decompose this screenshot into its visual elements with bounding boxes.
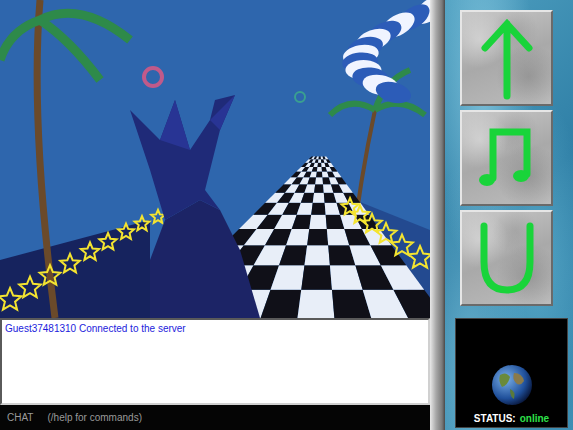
status-text: STATUS: online [474, 413, 549, 424]
road-tile [310, 172, 317, 178]
main-column: Guest37481310 Connected to the server CHA… [0, 0, 430, 430]
road-tile [315, 177, 323, 184]
status-label: STATUS: [474, 413, 516, 424]
scene-panel [0, 0, 430, 318]
road-tile [313, 163, 318, 167]
road-tile [307, 177, 316, 184]
road-tile [332, 172, 341, 178]
palm-tree-left [0, 0, 130, 318]
road-tile [271, 265, 305, 289]
music-button[interactable] [460, 110, 553, 206]
road-tile [328, 163, 334, 167]
road-tile [370, 245, 406, 265]
road-tile [309, 215, 327, 229]
road-tile [381, 265, 424, 289]
smile-button[interactable] [460, 210, 553, 306]
road-tile [307, 229, 328, 245]
road-tile [339, 184, 353, 193]
road-tile [301, 265, 332, 289]
chat-hint: (/help for commands) [47, 412, 141, 423]
road-tile [319, 157, 321, 160]
ground-shadow [0, 220, 150, 318]
earth-icon [490, 363, 534, 407]
road-tile [301, 193, 314, 203]
panel-divider [430, 0, 445, 430]
road-tile [279, 245, 307, 265]
avatar-figure [130, 95, 260, 318]
chat-input[interactable]: CHAT (/help for commands) [0, 405, 430, 430]
road-tile [313, 193, 325, 203]
road-tile [315, 159, 319, 162]
status-value: online [520, 413, 549, 424]
road-tile [335, 177, 346, 184]
road-tile [316, 172, 322, 178]
road-tile [304, 245, 329, 265]
road-tile [311, 203, 325, 215]
side-panel: STATUS: online [445, 0, 573, 430]
road-tile [298, 290, 335, 318]
road-tile [317, 167, 322, 172]
status-box: STATUS: online [455, 318, 568, 428]
road-tile [324, 157, 328, 160]
striped-tube [341, 0, 430, 107]
road-tile [393, 290, 430, 318]
road-tile [261, 290, 302, 318]
palm-tree-right [330, 70, 425, 250]
smile-icon [472, 218, 542, 298]
world-view[interactable] [0, 0, 430, 318]
road-tile [318, 159, 321, 162]
chat-log: Guest37481310 Connected to the server [0, 318, 430, 405]
action-buttons [455, 10, 568, 306]
road-tile [297, 203, 313, 215]
chat-message: Guest37481310 Connected to the server [5, 322, 425, 335]
ring-icon [144, 68, 305, 102]
road-tile [286, 229, 309, 245]
road-tile [318, 163, 322, 167]
road-tile [326, 159, 331, 162]
arrow-up-icon [477, 16, 537, 100]
road-tile [292, 215, 311, 229]
arrow-button[interactable] [460, 10, 553, 106]
road-tile [330, 167, 338, 172]
road-tile [316, 157, 319, 160]
music-note-icon [475, 122, 539, 194]
road-tile [304, 184, 315, 193]
road-tile [314, 184, 324, 193]
road-tile [312, 167, 318, 172]
chat-label: CHAT [7, 412, 33, 423]
app-window: Guest37481310 Connected to the server CHA… [0, 0, 573, 430]
